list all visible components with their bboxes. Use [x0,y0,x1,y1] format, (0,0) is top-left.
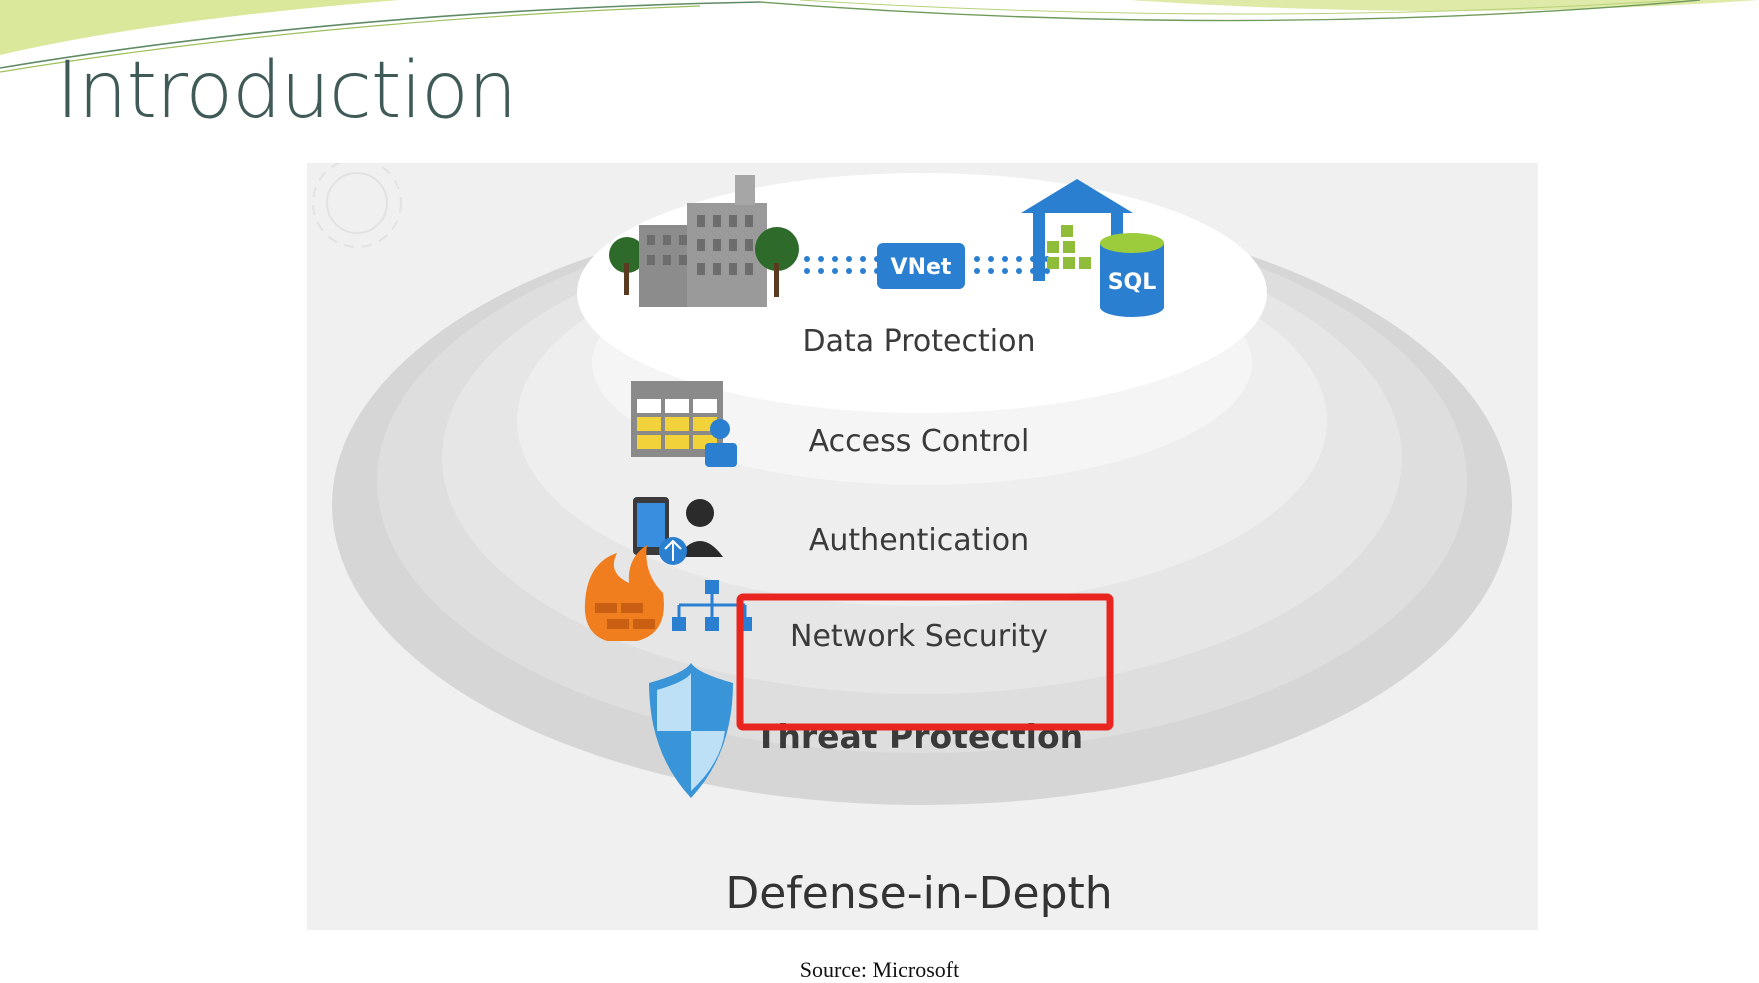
vnet-label: VNet [891,255,952,280]
defense-in-depth-label: Defense-in-Depth [725,868,1112,919]
defense-in-depth-diagram: VNet SQL Data Protection Access Control … [307,163,1538,930]
access-table-user-icon [631,381,737,467]
layer-label-authentication: Authentication [809,523,1029,558]
sql-label: SQL [1108,270,1157,295]
layer-label-network-security: Network Security [790,619,1048,654]
layer-label-data-protection: Data Protection [803,324,1036,359]
slide-title: Introduction [56,46,517,136]
source-caption: Source: Microsoft [799,957,960,982]
layer-label-threat-protection: Threat Protection [755,717,1083,756]
layer-label-access-control: Access Control [809,424,1030,459]
